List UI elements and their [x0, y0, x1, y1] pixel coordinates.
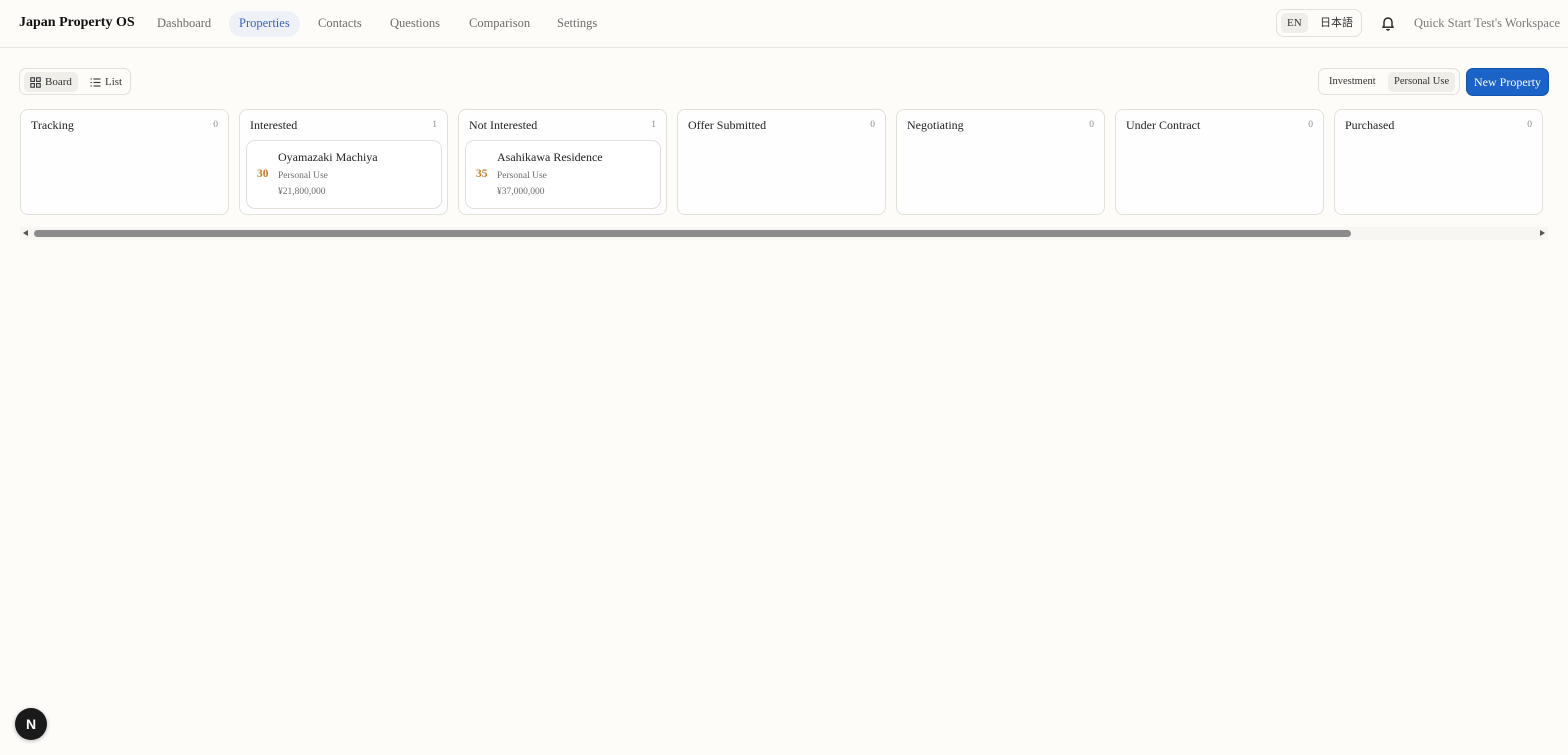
lang-en-button[interactable]: EN [1281, 13, 1308, 33]
property-price: ¥21,800,000 [278, 187, 326, 197]
list-view-button[interactable]: List [84, 72, 128, 92]
board-horizontal-scrollbar[interactable] [20, 227, 1548, 240]
column-count: 0 [1308, 120, 1313, 130]
column-count: 0 [1089, 120, 1094, 130]
column-count: 0 [870, 120, 875, 130]
nav-questions[interactable]: Questions [380, 11, 450, 37]
top-nav-bar: Japan Property OS Dashboard Properties C… [0, 0, 1568, 48]
board-column-negotiating: Negotiating 0 [896, 109, 1105, 215]
nav-settings[interactable]: Settings [547, 11, 607, 37]
column-title: Purchased [1345, 118, 1395, 132]
workspace-menu[interactable]: Quick Start Test's Workspace [1414, 16, 1560, 31]
filter-investment-button[interactable]: Investment [1323, 72, 1382, 92]
board-column-not-interested: Not Interested 1 35 Asahikawa Residence … [458, 109, 667, 215]
column-title: Tracking [31, 118, 74, 132]
nav-properties[interactable]: Properties [229, 11, 300, 37]
column-title: Negotiating [907, 118, 964, 132]
board-column-interested: Interested 1 30 Oyamazaki Machiya Person… [239, 109, 448, 215]
column-count: 0 [1527, 120, 1532, 130]
board-label: Board [45, 76, 72, 88]
column-title: Under Contract [1126, 118, 1201, 132]
board-column-offer-submitted: Offer Submitted 0 [677, 109, 886, 215]
nav-contacts[interactable]: Contacts [308, 11, 372, 37]
lang-ja-button[interactable]: 日本語 [1314, 13, 1359, 33]
grid-icon [30, 76, 41, 88]
property-price: ¥37,000,000 [497, 187, 545, 197]
board-column-tracking: Tracking 0 [20, 109, 229, 215]
scroll-right-arrow-icon[interactable] [1540, 230, 1545, 236]
list-label: List [105, 76, 123, 88]
nextjs-dev-badge[interactable]: N [15, 708, 47, 740]
property-type: Personal Use [497, 171, 547, 181]
board-column-under-contract: Under Contract 0 [1115, 109, 1324, 215]
list-icon [90, 77, 101, 87]
column-title: Offer Submitted [688, 118, 767, 132]
column-count: 1 [651, 120, 656, 130]
scroll-left-arrow-icon[interactable] [23, 230, 28, 236]
nav-dashboard[interactable]: Dashboard [147, 11, 221, 37]
property-score: 35 [476, 168, 488, 180]
property-type: Personal Use [278, 171, 328, 181]
column-title: Interested [250, 118, 298, 132]
property-name: Asahikawa Residence [497, 150, 603, 164]
purpose-filter: Investment Personal Use [1318, 68, 1460, 95]
column-count: 0 [213, 120, 218, 130]
property-name: Oyamazaki Machiya [278, 150, 378, 164]
nav-comparison[interactable]: Comparison [459, 11, 540, 37]
board-view-button[interactable]: Board [24, 72, 78, 92]
property-card[interactable]: 35 Asahikawa Residence Personal Use ¥37,… [465, 140, 661, 209]
property-card[interactable]: 30 Oyamazaki Machiya Personal Use ¥21,80… [246, 140, 442, 209]
column-title: Not Interested [469, 118, 538, 132]
column-count: 1 [432, 120, 437, 130]
board-column-purchased: Purchased 0 [1334, 109, 1543, 215]
property-score: 30 [257, 168, 269, 180]
scrollbar-thumb[interactable] [34, 230, 1351, 237]
language-switcher: EN 日本語 [1276, 9, 1362, 37]
view-toggle: Board List [19, 68, 131, 95]
filter-personal-use-button[interactable]: Personal Use [1388, 72, 1456, 92]
bell-icon[interactable] [1381, 15, 1395, 31]
new-property-button[interactable]: New Property [1467, 69, 1548, 95]
app-brand[interactable]: Japan Property OS [19, 15, 135, 31]
